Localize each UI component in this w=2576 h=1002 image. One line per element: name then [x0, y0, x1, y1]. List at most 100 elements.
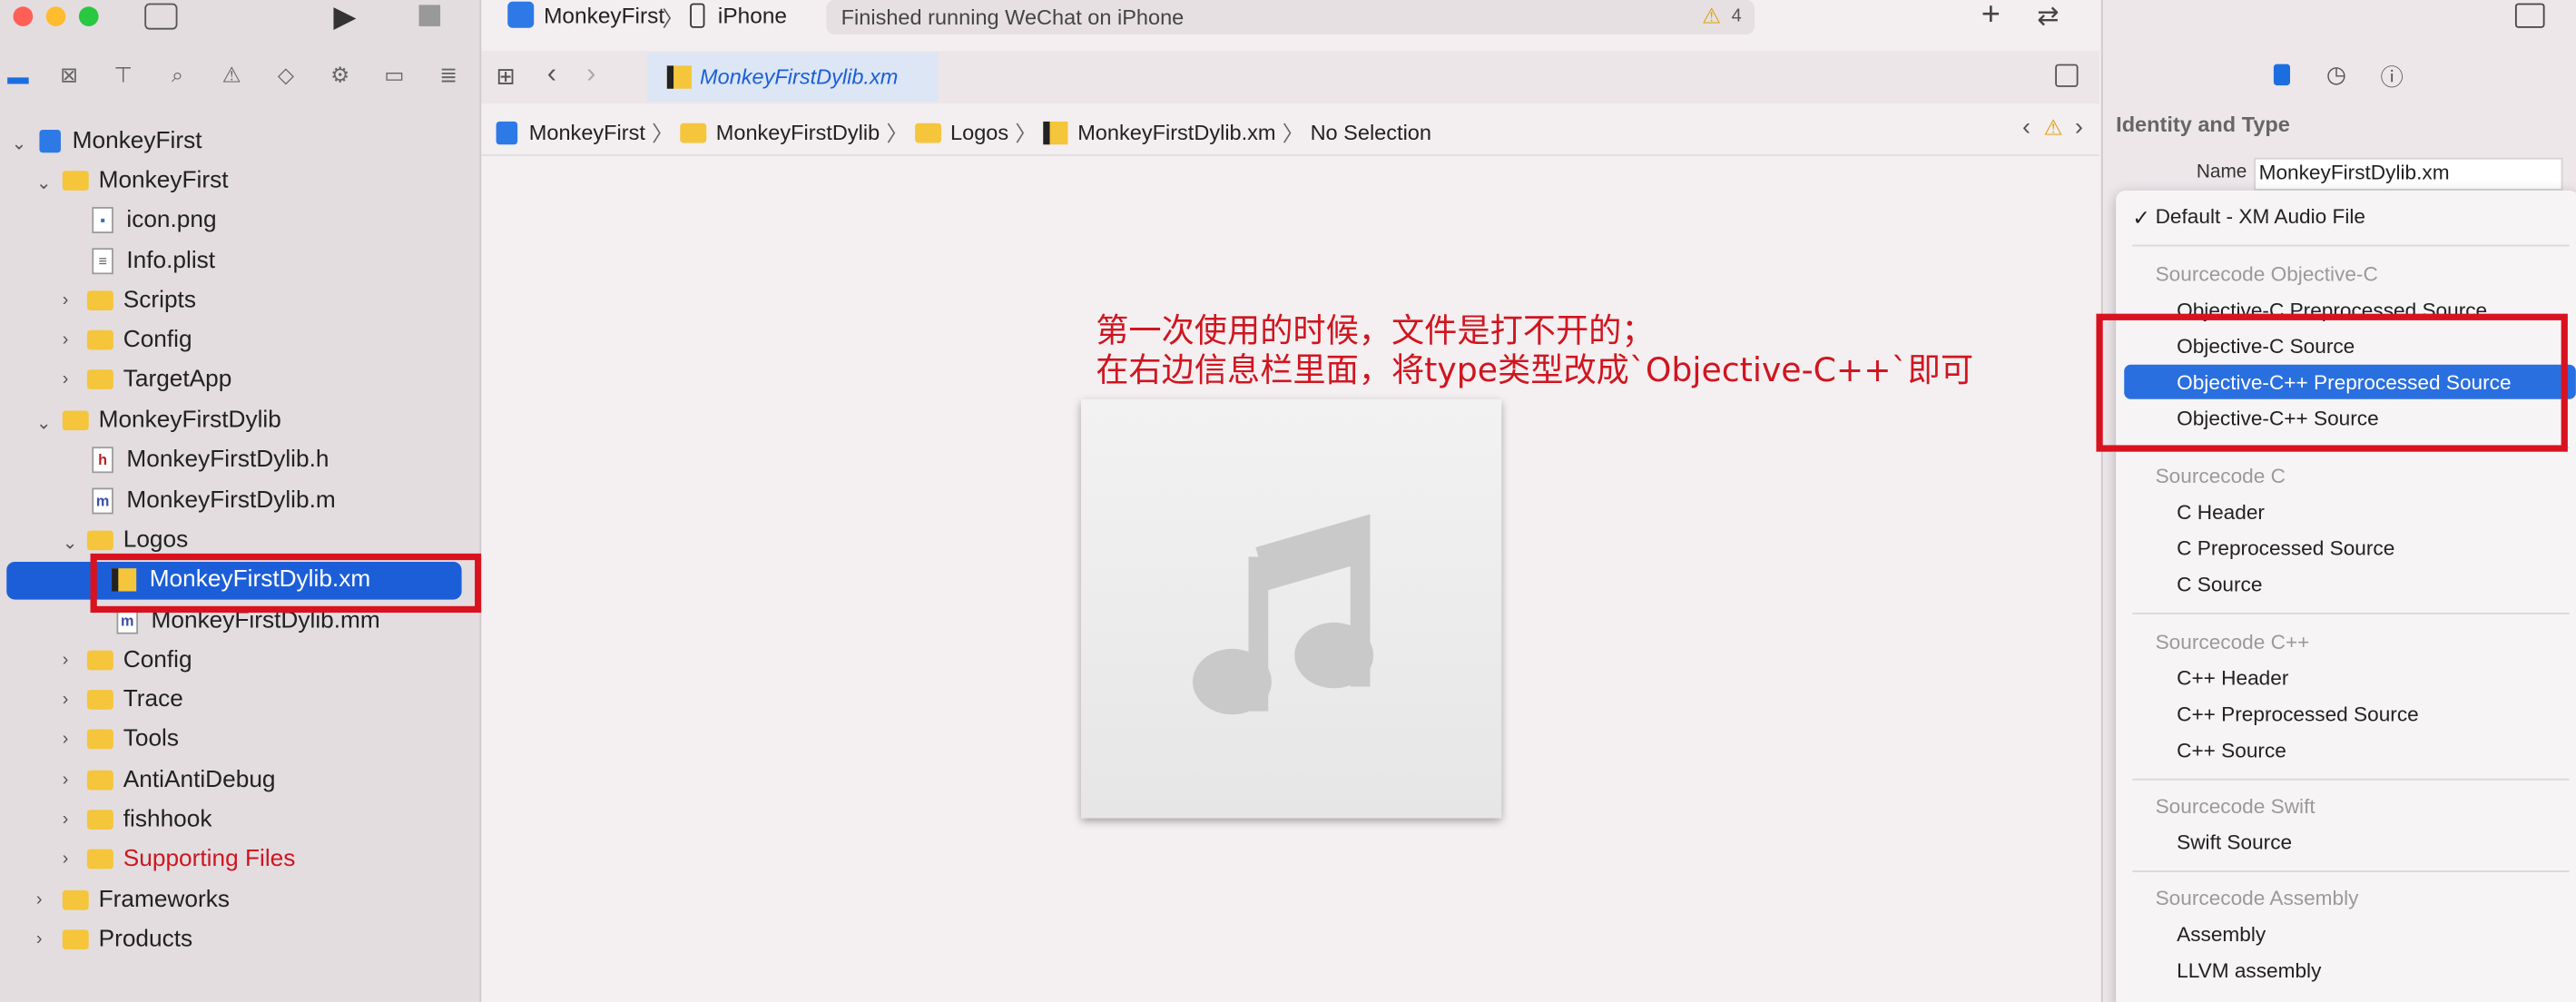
- close-window-button[interactable]: [13, 6, 34, 26]
- folder-navigator-icon[interactable]: ▬: [4, 61, 34, 91]
- xcode-project-icon: [39, 129, 61, 153]
- tree-item-group[interactable]: MonkeyFirstDylib: [62, 402, 281, 438]
- chevron-right-icon[interactable]: ›: [63, 290, 79, 310]
- menu-separator: [2132, 870, 2570, 873]
- chevron-right-icon: 〉: [1015, 121, 1037, 147]
- menu-item-c-header[interactable]: C Header: [2177, 501, 2265, 524]
- tree-item-file[interactable]: h MonkeyFirstDylib.h: [92, 442, 329, 478]
- tree-item-file[interactable]: ≡ Info.plist: [92, 243, 215, 280]
- folder-icon: [62, 929, 89, 950]
- swap-icon[interactable]: ⇄: [2037, 0, 2059, 33]
- grid-icon[interactable]: ⊞: [497, 63, 516, 91]
- menu-header-swift: Sourcecode Swift: [2155, 794, 2315, 819]
- folder-icon: [679, 122, 706, 142]
- tab-active[interactable]: MonkeyFirstDylib.xm: [647, 52, 939, 103]
- breadcrumb-file[interactable]: MonkeyFirstDylib.xm: [1077, 120, 1275, 144]
- chevron-right-icon[interactable]: ›: [63, 369, 79, 389]
- breadcrumb-group[interactable]: MonkeyFirstDylib: [716, 120, 880, 144]
- forward-icon[interactable]: ›: [586, 57, 595, 90]
- warning-icon[interactable]: ⚠: [2044, 115, 2063, 142]
- folder-icon: [62, 171, 89, 191]
- tree-item-folder[interactable]: AntiAntiDebug: [86, 762, 276, 799]
- tree-item-folder[interactable]: Products: [62, 921, 192, 958]
- tree-item-project[interactable]: MonkeyFirst: [39, 123, 202, 160]
- chevron-down-icon[interactable]: ⌄: [36, 412, 53, 434]
- menu-header-asm: Sourcecode Assembly: [2155, 887, 2359, 910]
- tree-item-folder[interactable]: Config: [86, 322, 192, 359]
- chevron-down-icon[interactable]: ⌄: [36, 172, 53, 194]
- chevron-right-icon[interactable]: ›: [63, 651, 79, 671]
- name-field[interactable]: MonkeyFirstDylib.xm: [2254, 157, 2563, 191]
- breadcrumb-selection[interactable]: No Selection: [1311, 120, 1431, 144]
- menu-item-swift-src[interactable]: Swift Source: [2177, 831, 2292, 854]
- tree-item-file[interactable]: ▪ icon.png: [92, 202, 217, 239]
- inspector-toggle-icon[interactable]: [2514, 3, 2545, 28]
- report-icon[interactable]: ≣: [434, 61, 464, 91]
- tree-item-group[interactable]: MonkeyFirst: [62, 162, 229, 199]
- xm-file-icon: [666, 65, 692, 89]
- file-inspector-icon[interactable]: [2273, 64, 2291, 86]
- issue-icon[interactable]: ⚠: [217, 61, 247, 91]
- chevron-right-icon[interactable]: ›: [63, 690, 79, 710]
- menu-item-cpp-pre[interactable]: C++ Preprocessed Source: [2177, 703, 2419, 726]
- zoom-window-button[interactable]: [78, 6, 99, 26]
- source-control-icon[interactable]: ⊠: [54, 61, 84, 91]
- menu-item-cpp-header[interactable]: C++ Header: [2177, 667, 2288, 690]
- next-issue-icon[interactable]: ›: [2075, 113, 2083, 142]
- menu-item-llvm[interactable]: LLVM assembly: [2177, 959, 2321, 982]
- device-selector[interactable]: iPhone: [718, 4, 787, 28]
- menu-item-c-src[interactable]: C Source: [2177, 574, 2262, 596]
- minimize-window-button[interactable]: [45, 6, 66, 26]
- folder-icon: [86, 810, 113, 830]
- tree-item-file[interactable]: m MonkeyFirstDylib.m: [92, 483, 336, 519]
- stop-button[interactable]: [418, 5, 441, 26]
- breadcrumb-project[interactable]: MonkeyFirst: [529, 120, 645, 144]
- chevron-right-icon[interactable]: ›: [36, 890, 53, 910]
- tree-item-folder[interactable]: Tools: [86, 722, 179, 758]
- hierarchy-icon[interactable]: ⊤: [108, 61, 138, 91]
- chevron-right-icon: 〉: [1282, 121, 1304, 147]
- status-text: Finished running WeChat on iPhone: [841, 5, 1185, 30]
- chevron-down-icon[interactable]: ⌄: [12, 133, 28, 154]
- tree-item-folder[interactable]: TargetApp: [86, 361, 231, 398]
- tree-item-folder-missing[interactable]: Supporting Files: [86, 841, 295, 878]
- back-icon[interactable]: ‹: [547, 57, 556, 90]
- folder-icon: [86, 329, 113, 350]
- run-button[interactable]: ▶: [333, 0, 356, 34]
- menu-separator: [2132, 778, 2570, 781]
- breadcrumb-folder[interactable]: Logos: [950, 120, 1008, 144]
- scheme-selector[interactable]: MonkeyFirst: [544, 4, 664, 28]
- menu-item-default[interactable]: Default - XM Audio File: [2156, 205, 2365, 228]
- chevron-right-icon[interactable]: ›: [63, 330, 79, 350]
- file-type-menu: ✓ Default - XM Audio File Sourcecode Obj…: [2116, 190, 2576, 1002]
- debug-icon[interactable]: ⚙: [325, 61, 355, 91]
- split-editor-icon[interactable]: [2055, 64, 2079, 87]
- menu-header-c: Sourcecode C: [2155, 465, 2286, 488]
- warning-icon[interactable]: ⚠: [1702, 4, 1721, 30]
- chevron-right-icon[interactable]: ›: [63, 730, 79, 750]
- breakpoint-icon[interactable]: ▭: [379, 61, 409, 91]
- menu-item-assembly[interactable]: Assembly: [2177, 923, 2266, 946]
- search-icon[interactable]: ⌕: [162, 61, 192, 91]
- test-icon[interactable]: ◇: [271, 61, 301, 91]
- chevron-right-icon[interactable]: ›: [63, 810, 79, 830]
- chevron-right-icon[interactable]: ›: [36, 929, 53, 949]
- annotation-line-2: 在右边信息栏里面，将type类型改成`Objective-C++`即可: [1096, 349, 1974, 389]
- previous-issue-icon[interactable]: ‹: [2022, 113, 2030, 142]
- history-inspector-icon[interactable]: ◷: [2326, 61, 2346, 89]
- chevron-right-icon[interactable]: ›: [63, 771, 79, 791]
- add-icon[interactable]: +: [1981, 0, 2001, 34]
- menu-item-cpp-src[interactable]: C++ Source: [2177, 739, 2286, 761]
- tree-item-folder[interactable]: Frameworks: [62, 882, 230, 918]
- folder-icon: [86, 729, 113, 750]
- menu-item-c-pre[interactable]: C Preprocessed Source: [2177, 537, 2394, 560]
- tree-item-folder[interactable]: Config: [86, 643, 192, 679]
- menu-header-cpp: Sourcecode C++: [2155, 630, 2310, 654]
- tree-item-folder[interactable]: Trace: [86, 682, 183, 718]
- help-inspector-icon[interactable]: ⓘ: [2381, 61, 2404, 93]
- tree-item-folder[interactable]: fishhook: [86, 801, 212, 838]
- chevron-down-icon[interactable]: ⌄: [63, 532, 79, 554]
- chevron-right-icon[interactable]: ›: [63, 850, 79, 869]
- tree-item-folder[interactable]: Scripts: [86, 282, 196, 319]
- sidebar-toggle-icon[interactable]: [144, 3, 178, 30]
